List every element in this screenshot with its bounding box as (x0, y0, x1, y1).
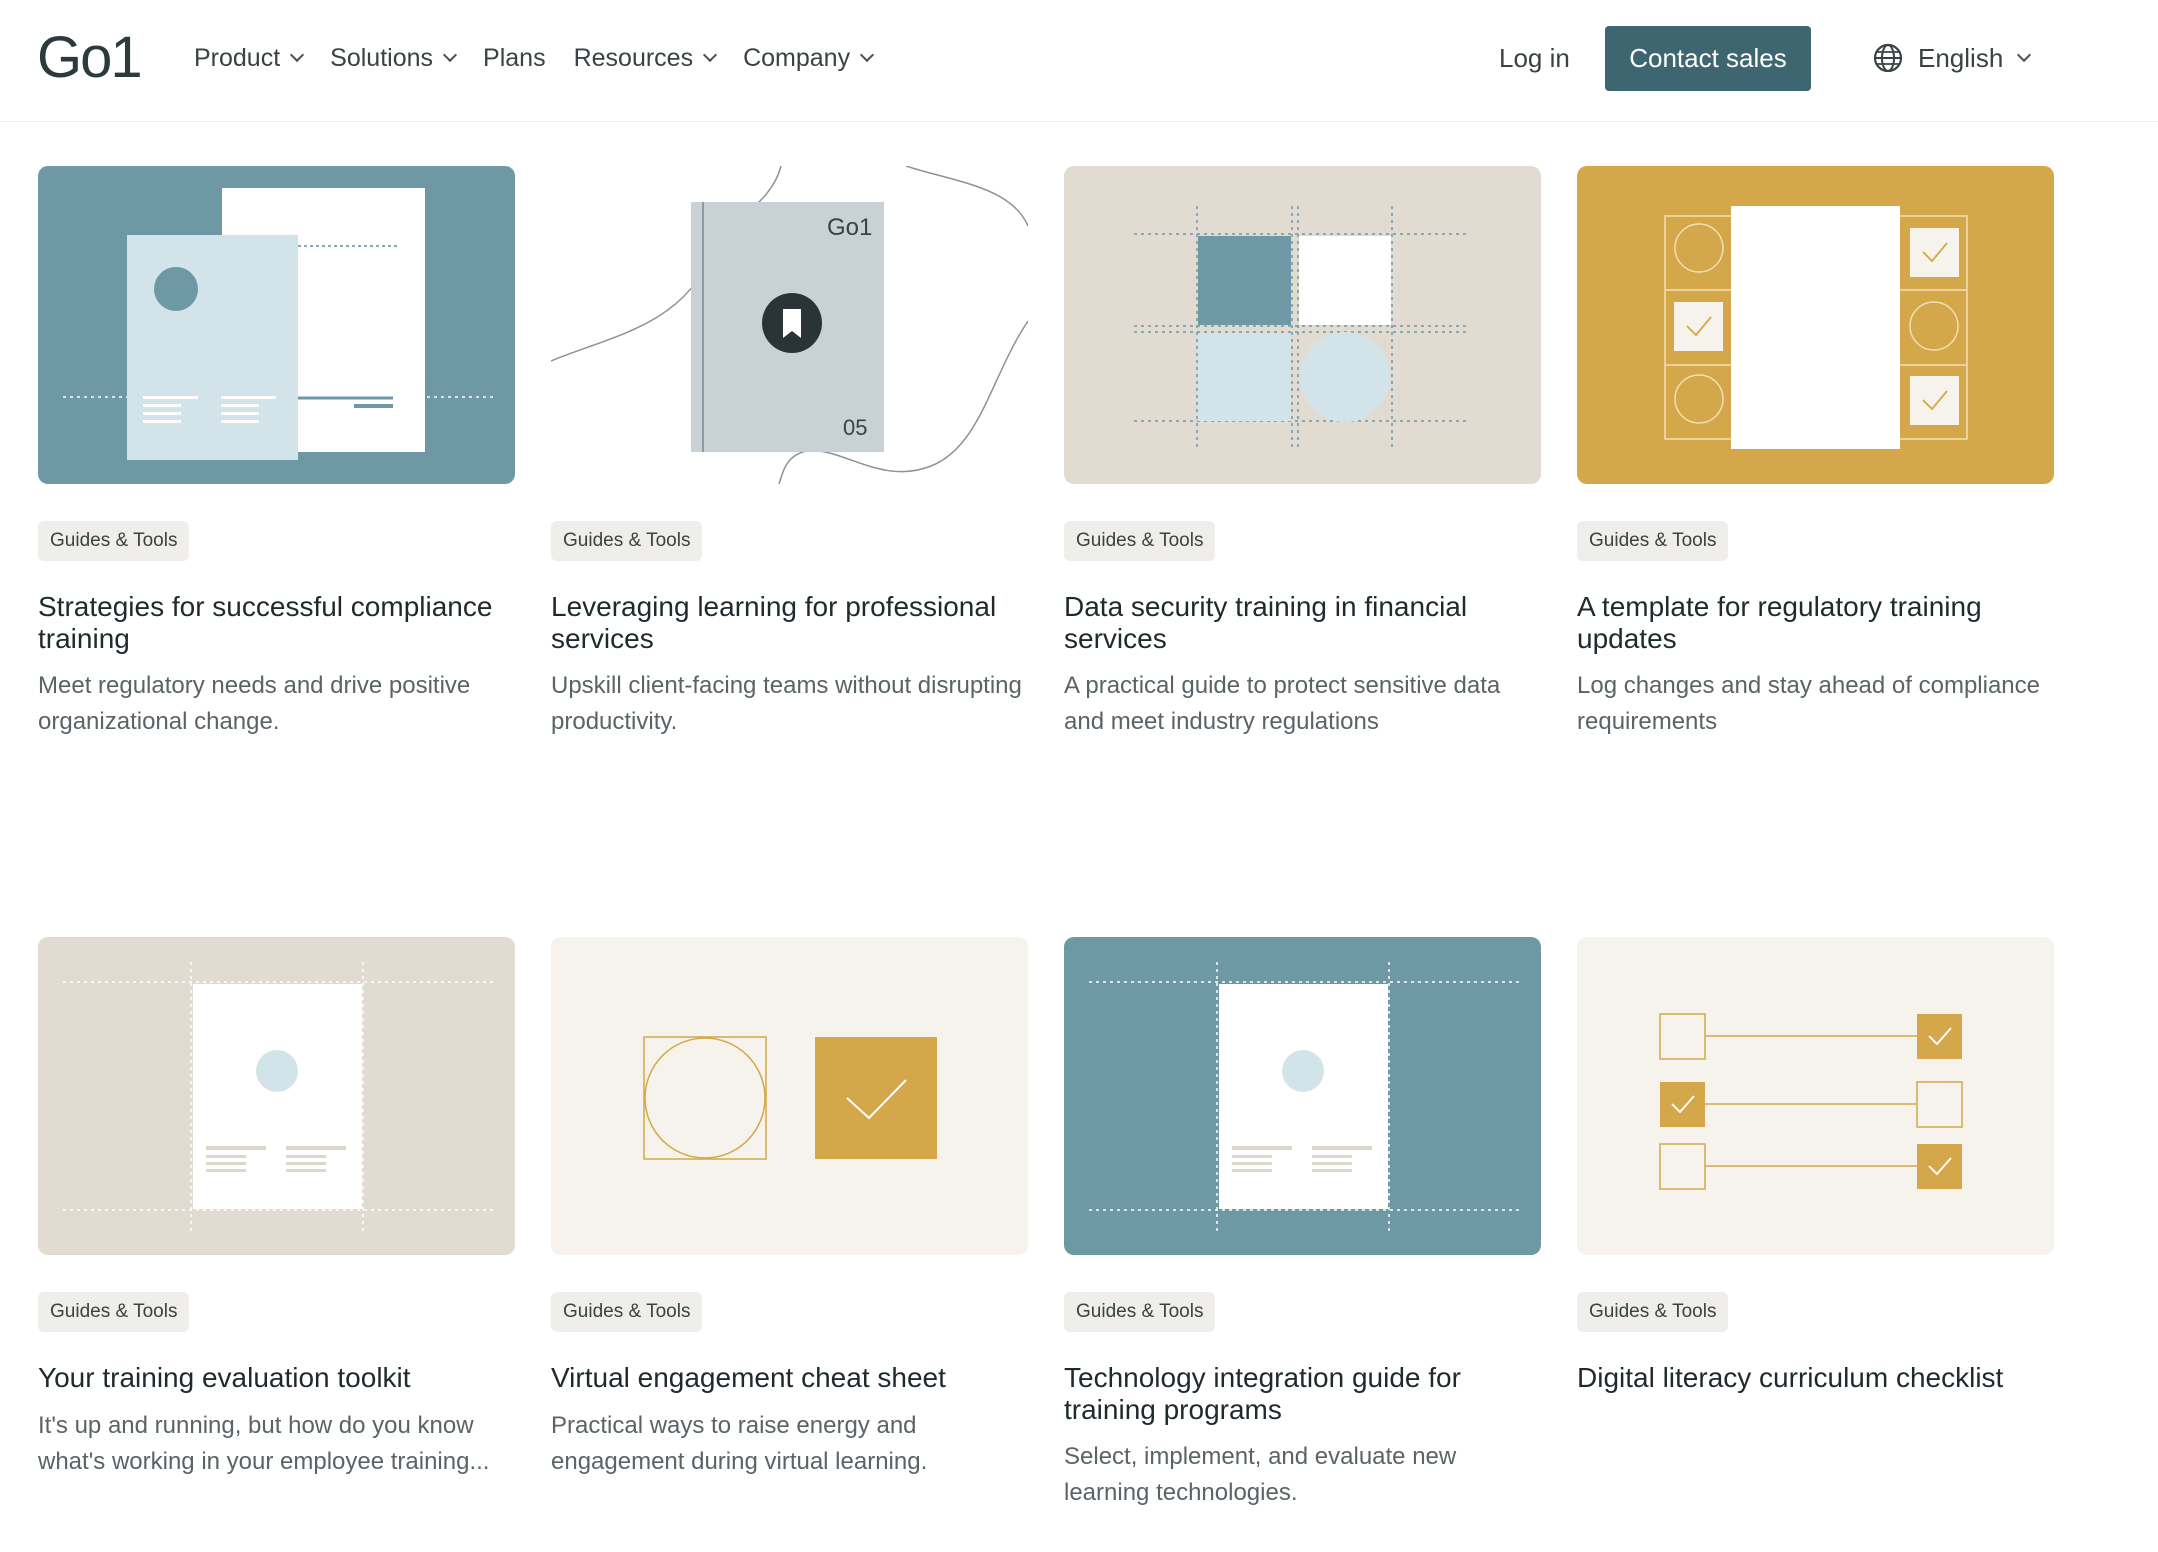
book-number-text: 05 (843, 415, 867, 440)
category-tag: Guides & Tools (551, 1292, 703, 1332)
card-title[interactable]: Virtual engagement cheat sheet (551, 1362, 1028, 1394)
nav-resources[interactable]: Resources (573, 40, 718, 76)
card-title[interactable]: Technology integration guide for trainin… (1064, 1362, 1541, 1426)
login-link[interactable]: Log in (1499, 40, 1570, 76)
main-nav: Product Solutions Plans Resources Compan… (194, 40, 900, 76)
globe-icon (1873, 43, 1903, 73)
nav-solutions[interactable]: Solutions (330, 40, 458, 76)
resource-card[interactable]: Guides & Tools Virtual engagement cheat … (551, 937, 1028, 1475)
category-tag: Guides & Tools (1577, 521, 1729, 561)
card-thumbnail (38, 937, 515, 1255)
resource-card[interactable]: Go1 05 Guides & Tools Leveraging learnin… (551, 166, 1028, 735)
nav-solutions-label: Solutions (330, 43, 434, 72)
resource-card[interactable]: Guides & Tools Strategies for successful… (38, 166, 515, 735)
site-header: Go1 Product Solutions Plans Resources Co… (0, 0, 2158, 122)
category-tag: Guides & Tools (38, 521, 190, 561)
card-description: Practical ways to raise energy and engag… (551, 1412, 928, 1475)
resource-card[interactable]: Guides & Tools Your training evaluation … (38, 937, 515, 1475)
card-description: Upskill client-facing teams without disr… (551, 672, 1022, 735)
resource-card[interactable]: Guides & Tools Digital literacy curricul… (1577, 937, 2054, 1393)
card-thumbnail (1064, 166, 1541, 484)
card-title[interactable]: Digital literacy curriculum checklist (1577, 1362, 2054, 1394)
card-description: Meet regulatory needs and drive positive… (38, 672, 471, 735)
chevron-down-icon (2017, 47, 2032, 63)
category-tag: Guides & Tools (551, 521, 703, 561)
card-title[interactable]: Strategies for successful compliance tra… (38, 591, 515, 655)
chevron-down-icon (442, 47, 458, 63)
chevron-down-icon (703, 47, 718, 63)
nav-product[interactable]: Product (194, 40, 305, 76)
resource-card[interactable]: Guides & Tools A template for regulatory… (1577, 166, 2054, 735)
category-tag: Guides & Tools (1064, 1292, 1216, 1332)
card-description: Select, implement, and evaluate new lear… (1064, 1443, 1457, 1506)
card-title[interactable]: Your training evaluation toolkit (38, 1362, 515, 1394)
card-description: It's up and running, but how do you know… (38, 1412, 490, 1475)
card-thumbnail (1064, 937, 1541, 1255)
card-thumbnail (38, 166, 515, 484)
category-tag: Guides & Tools (1064, 521, 1216, 561)
card-thumbnail (1577, 166, 2054, 484)
nav-company[interactable]: Company (743, 40, 875, 76)
nav-plans[interactable]: Plans (483, 40, 546, 76)
nav-resources-label: Resources (573, 43, 694, 72)
card-thumbnail (1577, 937, 2054, 1255)
chevron-down-icon (860, 47, 875, 63)
nav-plans-label: Plans (483, 43, 546, 72)
resource-card[interactable]: Guides & Tools Technology integration gu… (1064, 937, 1541, 1506)
card-title[interactable]: Data security training in financial serv… (1064, 591, 1541, 655)
card-description: Log changes and stay ahead of compliance… (1577, 672, 2040, 735)
card-thumbnail: Go1 05 (551, 166, 1028, 484)
chevron-down-icon (290, 47, 305, 63)
contact-sales-button[interactable]: Contact sales (1605, 26, 1811, 91)
go1-logo[interactable]: Go1 (37, 28, 143, 88)
category-tag: Guides & Tools (38, 1292, 190, 1332)
nav-product-label: Product (194, 43, 281, 72)
card-title[interactable]: Leveraging learning for professional ser… (551, 591, 1028, 655)
category-tag: Guides & Tools (1577, 1292, 1729, 1332)
card-description: A practical guide to protect sensitive d… (1064, 672, 1501, 735)
card-thumbnail (551, 937, 1028, 1255)
language-selector[interactable]: English (1872, 40, 2032, 76)
book-logo-text: Go1 (827, 214, 872, 241)
nav-company-label: Company (743, 43, 851, 72)
language-label: English (1918, 42, 2004, 73)
resource-card[interactable]: Guides & Tools Data security training in… (1064, 166, 1541, 735)
card-title[interactable]: A template for regulatory training updat… (1577, 591, 2054, 655)
